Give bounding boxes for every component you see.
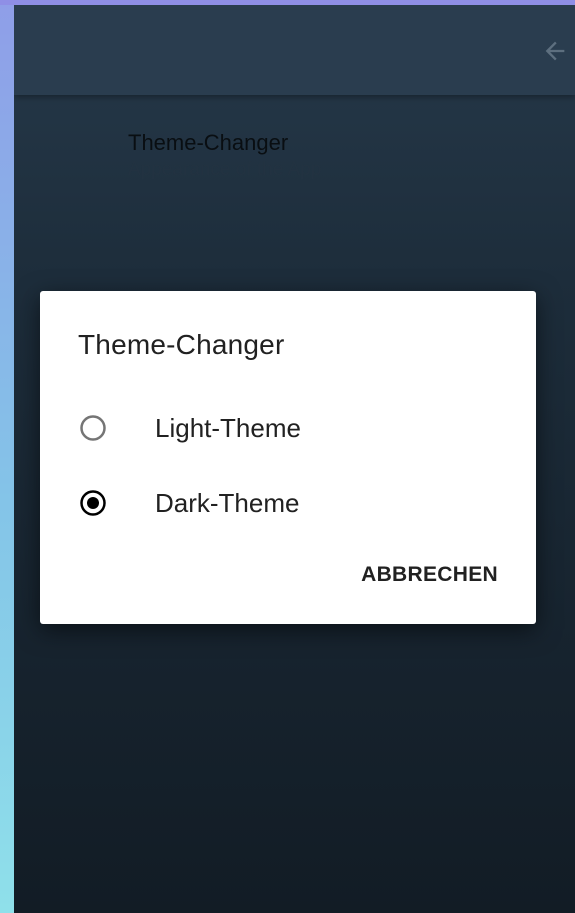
- back-button[interactable]: [535, 33, 575, 73]
- option-label: Light-Theme: [155, 412, 301, 443]
- theme-dialog: Theme-Changer Light-Theme Dark-Theme ABB…: [40, 291, 536, 624]
- option-dark-theme[interactable]: Dark-Theme: [78, 479, 498, 527]
- arrow-left-icon: [541, 37, 569, 70]
- preference-theme-changer[interactable]: Theme-Changer Appearance of the App: [128, 129, 548, 183]
- app-bar: [14, 5, 575, 95]
- option-label: Dark-Theme: [155, 487, 300, 518]
- cancel-button[interactable]: ABBRECHEN: [361, 563, 498, 587]
- option-light-theme[interactable]: Light-Theme: [78, 404, 498, 452]
- preference-summary: Appearance of the App: [128, 159, 322, 180]
- radio-unchecked-icon[interactable]: [78, 413, 108, 443]
- preference-title: Theme-Changer: [128, 130, 289, 155]
- radio-checked-icon[interactable]: [78, 488, 108, 518]
- dialog-title: Theme-Changer: [78, 329, 285, 360]
